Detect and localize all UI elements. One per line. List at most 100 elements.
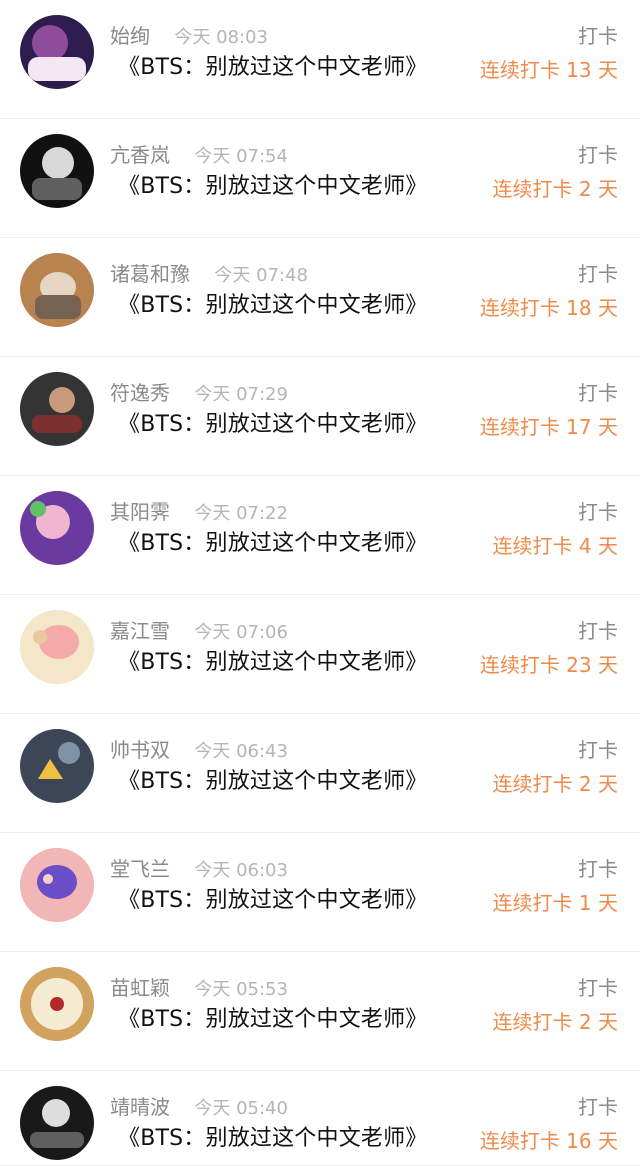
streak-text: 连续打卡 17 天 — [479, 415, 618, 439]
avatar-shape-2 — [58, 742, 80, 764]
user-name[interactable]: 靖晴波 — [110, 1095, 170, 1119]
meta-line: 帅书双 今天 06:43 — [110, 736, 288, 764]
checkin-feed: 始绚 今天 08:03 《BTS：别放过这个中文老师》 打卡 连续打卡 13 天… — [0, 0, 640, 1166]
streak-text: 连续打卡 2 天 — [492, 772, 618, 796]
user-name[interactable]: 诸葛和豫 — [110, 262, 190, 286]
course-title[interactable]: 《BTS：别放过这个中文老师》 — [118, 647, 458, 679]
user-avatar-7[interactable] — [20, 729, 94, 803]
meta-line: 诸葛和豫 今天 07:48 — [110, 260, 308, 288]
avatar-bg — [20, 729, 94, 803]
checkin-label: 打卡 — [578, 143, 618, 167]
course-title[interactable]: 《BTS：别放过这个中文老师》 — [118, 1123, 458, 1155]
streak-text: 连续打卡 23 天 — [479, 653, 618, 677]
checkin-label: 打卡 — [578, 381, 618, 405]
course-title[interactable]: 《BTS：别放过这个中文老师》 — [118, 290, 458, 322]
user-name[interactable]: 其阳霁 — [110, 500, 170, 524]
course-title[interactable]: 《BTS：别放过这个中文老师》 — [118, 52, 458, 84]
timestamp: 今天 07:22 — [194, 503, 288, 524]
avatar-image-icon — [20, 610, 94, 684]
avatar-image-icon — [20, 848, 94, 922]
checkin-label: 打卡 — [578, 1095, 618, 1119]
avatar-shape-1 — [42, 147, 74, 179]
streak-text: 连续打卡 2 天 — [492, 1010, 618, 1034]
streak-text: 连续打卡 1 天 — [492, 891, 618, 915]
timestamp: 今天 08:03 — [174, 27, 268, 48]
checkin-label: 打卡 — [578, 262, 618, 286]
timestamp: 今天 07:29 — [194, 384, 288, 405]
timestamp: 今天 07:06 — [194, 622, 288, 643]
avatar-image-icon — [20, 729, 94, 803]
checkin-label: 打卡 — [578, 857, 618, 881]
streak-text: 连续打卡 4 天 — [492, 534, 618, 558]
feed-row[interactable]: 符逸秀 今天 07:29 《BTS：别放过这个中文老师》 打卡 连续打卡 17 … — [0, 357, 640, 476]
avatar-image-icon — [20, 253, 94, 327]
timestamp: 今天 05:40 — [194, 1098, 288, 1119]
course-title[interactable]: 《BTS：别放过这个中文老师》 — [118, 1004, 458, 1036]
feed-row[interactable]: 其阳霁 今天 07:22 《BTS：别放过这个中文老师》 打卡 连续打卡 4 天 — [0, 476, 640, 595]
avatar-shape-2 — [43, 874, 53, 884]
meta-line: 其阳霁 今天 07:22 — [110, 498, 288, 526]
user-name[interactable]: 嘉江雪 — [110, 619, 170, 643]
user-avatar-2[interactable] — [20, 134, 94, 208]
course-title[interactable]: 《BTS：别放过这个中文老师》 — [118, 409, 458, 441]
user-avatar-6[interactable] — [20, 610, 94, 684]
avatar-image-icon — [20, 491, 94, 565]
avatar-shape-1 — [37, 865, 77, 899]
feed-row[interactable]: 堂飞兰 今天 06:03 《BTS：别放过这个中文老师》 打卡 连续打卡 1 天 — [0, 833, 640, 952]
feed-row[interactable]: 亢香岚 今天 07:54 《BTS：别放过这个中文老师》 打卡 连续打卡 2 天 — [0, 119, 640, 238]
user-name[interactable]: 苗虹颖 — [110, 976, 170, 1000]
user-avatar-5[interactable] — [20, 491, 94, 565]
avatar-shape-2 — [33, 630, 47, 644]
timestamp: 今天 06:03 — [194, 860, 288, 881]
avatar-shape-2 — [32, 178, 82, 200]
streak-text: 连续打卡 18 天 — [479, 296, 618, 320]
avatar-image-icon — [20, 967, 94, 1041]
avatar-shape-1 — [49, 387, 75, 413]
avatar-shape-2 — [35, 295, 81, 319]
avatar-shape-2 — [32, 415, 82, 433]
user-avatar-9[interactable] — [20, 967, 94, 1041]
checkin-label: 打卡 — [578, 500, 618, 524]
meta-line: 始绚 今天 08:03 — [110, 22, 268, 50]
avatar-image-icon — [20, 134, 94, 208]
user-name[interactable]: 堂飞兰 — [110, 857, 170, 881]
user-name[interactable]: 亢香岚 — [110, 143, 170, 167]
avatar-image-icon — [20, 1086, 94, 1160]
avatar-shape-2 — [30, 501, 46, 517]
user-name[interactable]: 帅书双 — [110, 738, 170, 762]
meta-line: 符逸秀 今天 07:29 — [110, 379, 288, 407]
user-name[interactable]: 始绚 — [110, 24, 150, 48]
checkin-label: 打卡 — [578, 24, 618, 48]
course-title[interactable]: 《BTS：别放过这个中文老师》 — [118, 171, 458, 203]
feed-row[interactable]: 嘉江雪 今天 07:06 《BTS：别放过这个中文老师》 打卡 连续打卡 23 … — [0, 595, 640, 714]
checkin-label: 打卡 — [578, 976, 618, 1000]
timestamp: 今天 06:43 — [194, 741, 288, 762]
timestamp: 今天 05:53 — [194, 979, 288, 1000]
feed-row[interactable]: 始绚 今天 08:03 《BTS：别放过这个中文老师》 打卡 连续打卡 13 天 — [0, 0, 640, 119]
feed-row[interactable]: 苗虹颖 今天 05:53 《BTS：别放过这个中文老师》 打卡 连续打卡 2 天 — [0, 952, 640, 1071]
feed-row[interactable]: 靖晴波 今天 05:40 《BTS：别放过这个中文老师》 打卡 连续打卡 16 … — [0, 1071, 640, 1166]
user-avatar-3[interactable] — [20, 253, 94, 327]
user-avatar-8[interactable] — [20, 848, 94, 922]
user-avatar-4[interactable] — [20, 372, 94, 446]
meta-line: 靖晴波 今天 05:40 — [110, 1093, 288, 1121]
streak-text: 连续打卡 2 天 — [492, 177, 618, 201]
feed-row[interactable]: 诸葛和豫 今天 07:48 《BTS：别放过这个中文老师》 打卡 连续打卡 18… — [0, 238, 640, 357]
checkin-label: 打卡 — [578, 738, 618, 762]
user-avatar-1[interactable] — [20, 15, 94, 89]
course-title[interactable]: 《BTS：别放过这个中文老师》 — [118, 766, 458, 798]
feed-row[interactable]: 帅书双 今天 06:43 《BTS：别放过这个中文老师》 打卡 连续打卡 2 天 — [0, 714, 640, 833]
avatar-image-icon — [20, 372, 94, 446]
course-title[interactable]: 《BTS：别放过这个中文老师》 — [118, 885, 458, 917]
avatar-shape-2 — [30, 1132, 84, 1148]
user-avatar-10[interactable] — [20, 1086, 94, 1160]
avatar-shape-1 — [42, 1099, 70, 1127]
course-title[interactable]: 《BTS：别放过这个中文老师》 — [118, 528, 458, 560]
streak-text: 连续打卡 16 天 — [479, 1129, 618, 1153]
avatar-shape-1 — [39, 625, 79, 659]
meta-line: 苗虹颖 今天 05:53 — [110, 974, 288, 1002]
meta-line: 嘉江雪 今天 07:06 — [110, 617, 288, 645]
streak-text: 连续打卡 13 天 — [479, 58, 618, 82]
user-name[interactable]: 符逸秀 — [110, 381, 170, 405]
timestamp: 今天 07:54 — [194, 146, 288, 167]
